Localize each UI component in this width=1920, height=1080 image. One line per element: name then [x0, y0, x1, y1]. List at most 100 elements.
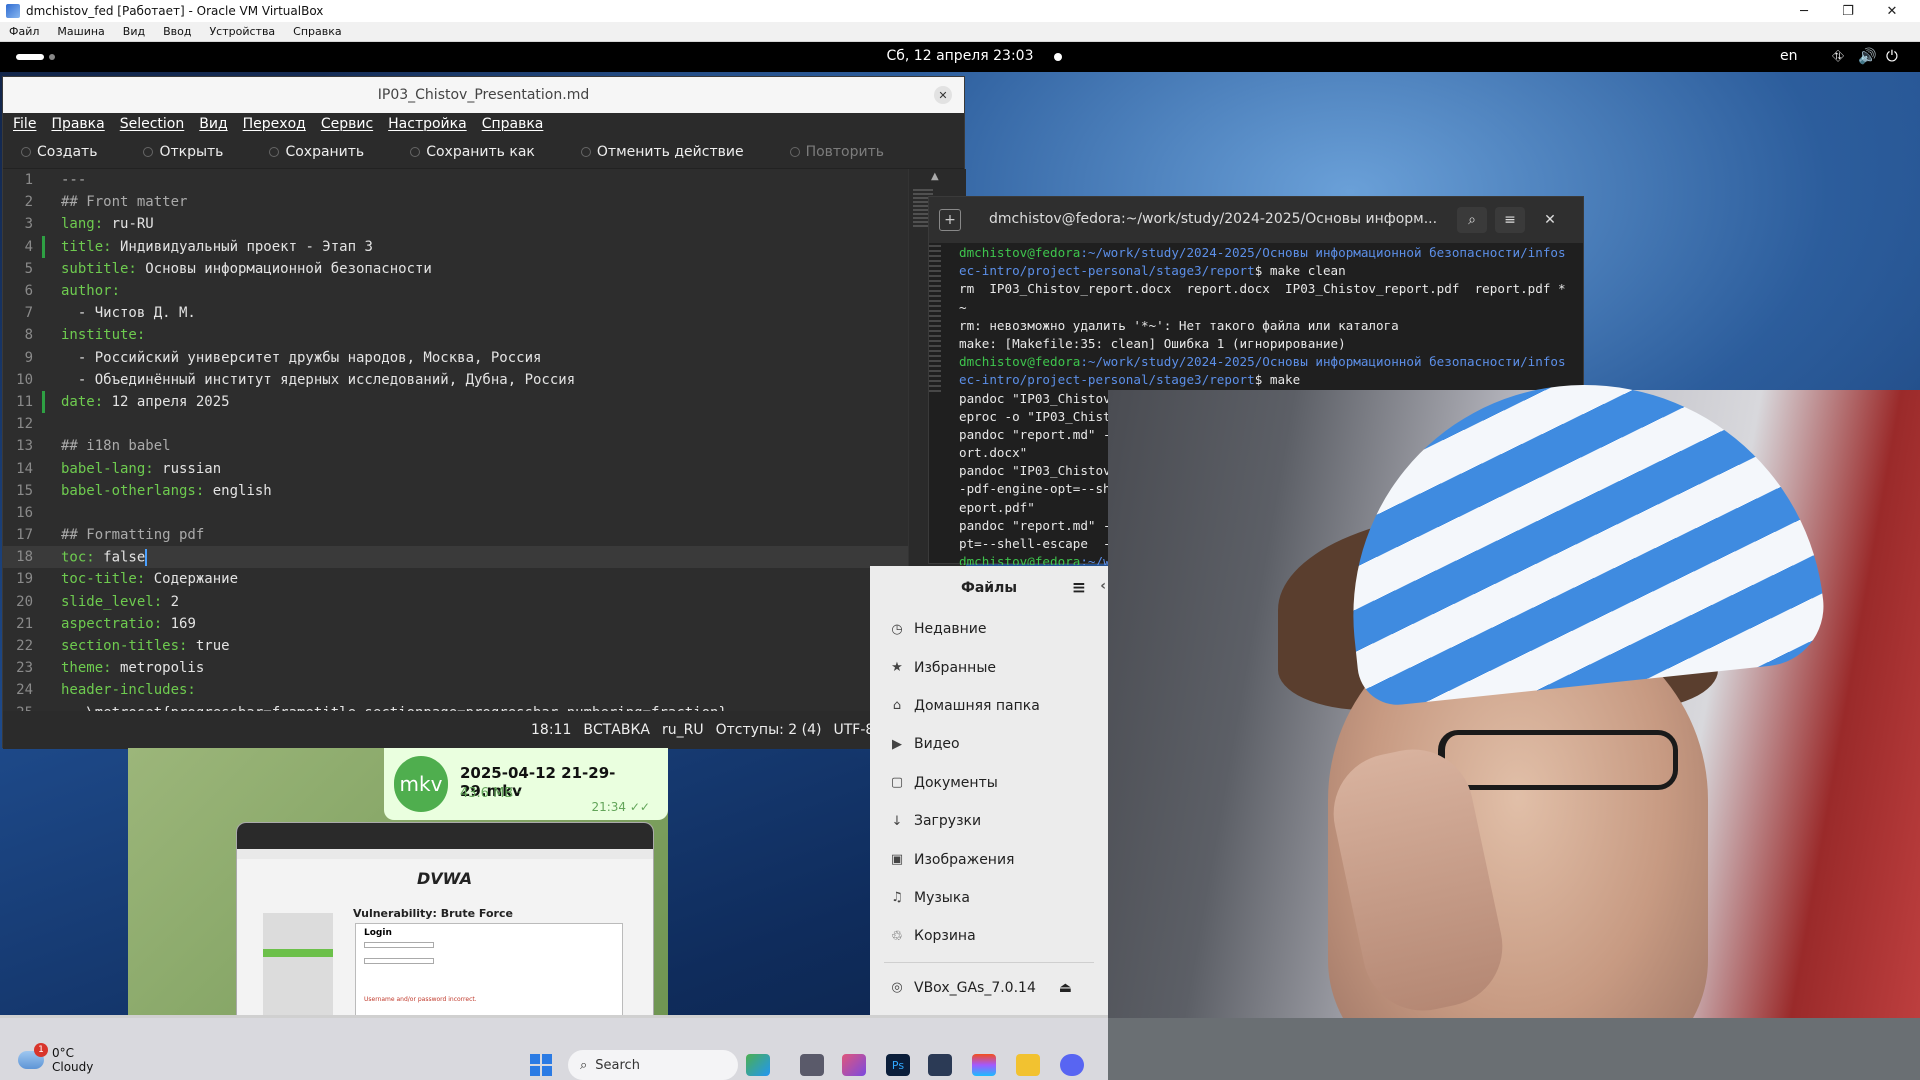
code-line[interactable]: 14 babel-lang: russian: [3, 457, 908, 479]
editor-menu-item[interactable]: Selection: [120, 116, 185, 132]
discord-icon[interactable]: [1060, 1054, 1084, 1076]
start-button[interactable]: [530, 1054, 552, 1076]
code-line[interactable]: 19 toc-title: Содержание: [3, 568, 908, 590]
line-number: 18: [16, 549, 33, 566]
vbox-menu-item[interactable]: Вид: [114, 25, 154, 38]
dvwa-login-box: Login Username and/or password incorrect…: [355, 923, 623, 1017]
code-line[interactable]: 3 lang: ru-RU: [3, 213, 908, 235]
vbox-menu-item[interactable]: Устройства: [200, 25, 284, 38]
code-line[interactable]: 6 author:: [3, 280, 908, 302]
task-view-icon[interactable]: [800, 1054, 824, 1076]
code-line[interactable]: 15 babel-otherlangs: english: [3, 480, 908, 502]
photoshop-icon[interactable]: Ps: [886, 1054, 910, 1076]
code-line[interactable]: 10 - Объединённый институт ядерных иссле…: [3, 369, 908, 391]
close-window-button[interactable]: ✕: [1870, 0, 1914, 22]
vbox-menu-item[interactable]: Ввод: [154, 25, 200, 38]
chevron-left-icon[interactable]: ‹: [1100, 578, 1106, 594]
places-item[interactable]: ◷ Недавние: [870, 610, 1108, 648]
places-item[interactable]: ▶ Видео: [870, 725, 1108, 763]
keyboard-layout-indicator[interactable]: en: [1780, 48, 1798, 64]
clock[interactable]: Сб, 12 апреля 23:03: [0, 48, 1920, 64]
virtualbox-taskbar-icon[interactable]: [928, 1054, 952, 1076]
code-line[interactable]: 21 aspectratio: 169: [3, 613, 908, 635]
weather-widget[interactable]: 1 0°C Cloudy: [18, 1043, 93, 1074]
editor-menu-item[interactable]: Справка: [482, 116, 544, 132]
code-line[interactable]: 7 - Чистов Д. М.: [3, 302, 908, 324]
screenshot-preview[interactable]: DVWA Vulnerability: Brute Force Login Us…: [236, 822, 654, 1018]
terminal-prompt-path: :~/work/study/2024-2025/Основы информаци…: [1080, 245, 1566, 260]
vbox-menu-item[interactable]: Справка: [284, 25, 350, 38]
code-line[interactable]: 17 ## Formatting pdf: [3, 524, 908, 546]
editor-menu-item[interactable]: Настройка: [388, 116, 467, 132]
editor-menu-item[interactable]: Правка: [51, 116, 104, 132]
status-item[interactable]: ru_RU: [662, 722, 704, 738]
toolbar-button[interactable]: Сохранить как: [410, 144, 535, 160]
places-item[interactable]: ↓ Загрузки: [870, 802, 1108, 840]
places-item-device[interactable]: ◎ VBox_GAs_7.0.14 ⏏: [870, 969, 1108, 1007]
code-line[interactable]: 5 subtitle: Основы информационной безопас…: [3, 258, 908, 280]
power-icon[interactable]: ⏻: [1886, 47, 1898, 65]
status-item[interactable]: UTF-8: [833, 722, 874, 738]
code-line[interactable]: 25 - \metroset{progressbar=frametitle,se…: [3, 702, 908, 711]
line-text: ## Formatting pdf: [49, 527, 204, 543]
editor-menu-item[interactable]: File: [13, 116, 36, 132]
file-message-bubble[interactable]: mkv 2025-04-12 21-29-29.mkv 43.6 MB · 21…: [384, 748, 668, 820]
search-icon[interactable]: ⌕: [1457, 207, 1487, 233]
line-number: 1: [24, 172, 33, 189]
toolbar-button[interactable]: Создать: [21, 144, 97, 160]
code-line[interactable]: 16: [3, 502, 908, 524]
code-line[interactable]: 11 date: 12 апреля 2025: [3, 390, 908, 413]
places-item[interactable]: ♲ Корзина: [870, 917, 1108, 955]
code-line[interactable]: 4 title: Индивидуальный проект - Этап 3: [3, 235, 908, 258]
places-item[interactable]: ▢ Документы: [870, 764, 1108, 802]
code-line[interactable]: 22 section-titles: true: [3, 635, 908, 657]
code-line[interactable]: 2 ## Front matter: [3, 191, 908, 213]
places-item[interactable]: ♫ Музыка: [870, 879, 1108, 917]
code-line[interactable]: 20 slide_level: 2: [3, 591, 908, 613]
code-line[interactable]: 9 - Российский университет дружбы народо…: [3, 347, 908, 369]
new-tab-icon[interactable]: +: [939, 209, 961, 231]
code-line[interactable]: 24 header-includes:: [3, 679, 908, 701]
editor-menu-item[interactable]: Сервис: [321, 116, 373, 132]
status-item[interactable]: Отступы: 2 (4): [716, 722, 822, 738]
status-item[interactable]: ВСТАВКА: [583, 722, 650, 738]
toolbar-button[interactable]: Отменить действие: [580, 144, 744, 160]
places-item[interactable]: ⌂ Домашняя папка: [870, 687, 1108, 725]
app-icon-star[interactable]: [842, 1054, 866, 1076]
code-line[interactable]: 23 theme: metropolis: [3, 657, 908, 679]
files-menu-icon[interactable]: ≡: [1072, 578, 1086, 598]
figma-icon[interactable]: [972, 1054, 996, 1076]
toolbar-button[interactable]: Открыть: [143, 144, 223, 160]
network-icon[interactable]: ⛗: [1832, 47, 1844, 65]
scroll-up-icon[interactable]: ▲: [931, 171, 939, 182]
status-item[interactable]: 18:11: [531, 722, 571, 738]
editor-menu-item[interactable]: Переход: [243, 116, 306, 132]
places-item[interactable]: ▣ Изображения: [870, 840, 1108, 878]
code-line[interactable]: 8 institute:: [3, 324, 908, 346]
code-line[interactable]: 12: [3, 413, 908, 435]
places-item[interactable]: ★ Избранные: [870, 648, 1108, 686]
editor-menu-item[interactable]: Вид: [199, 116, 227, 132]
file-explorer-icon[interactable]: [1016, 1054, 1040, 1076]
browser-icon[interactable]: [746, 1054, 770, 1076]
taskbar-search[interactable]: ⌕ Search: [568, 1050, 738, 1080]
minimize-button[interactable]: ─: [1782, 0, 1826, 22]
eject-icon[interactable]: ⏏: [1059, 980, 1072, 996]
video-file-icon[interactable]: mkv: [394, 756, 448, 812]
terminal-line: rm IP03_Chistov_report.docx report.docx …: [929, 281, 1585, 299]
editor-close-button[interactable]: ✕: [934, 86, 952, 104]
vbox-menu-item[interactable]: Машина: [48, 25, 113, 38]
code-line[interactable]: 1 ---: [3, 169, 908, 191]
toolbar-button[interactable]: Сохранить: [269, 144, 364, 160]
code-line[interactable]: 18 toc: false: [3, 546, 908, 569]
toolbar-button-icon: [21, 146, 31, 157]
code-area[interactable]: 1 --- 2 ## Front matter 3 lang: ru-RU 4 title: …: [3, 169, 908, 711]
toolbar-button[interactable]: Повторить: [789, 144, 884, 160]
code-line[interactable]: 13 ## i18n babel: [3, 435, 908, 457]
restore-button[interactable]: ❐: [1826, 0, 1870, 22]
vbox-menu-item[interactable]: Файл: [0, 25, 48, 38]
hamburger-menu-icon[interactable]: ≡: [1495, 207, 1525, 233]
terminal-close-icon[interactable]: ✕: [1535, 207, 1565, 233]
volume-icon[interactable]: 🔊: [1858, 47, 1877, 65]
line-value: - Объединённый институт ядерных исследов…: [61, 371, 576, 388]
